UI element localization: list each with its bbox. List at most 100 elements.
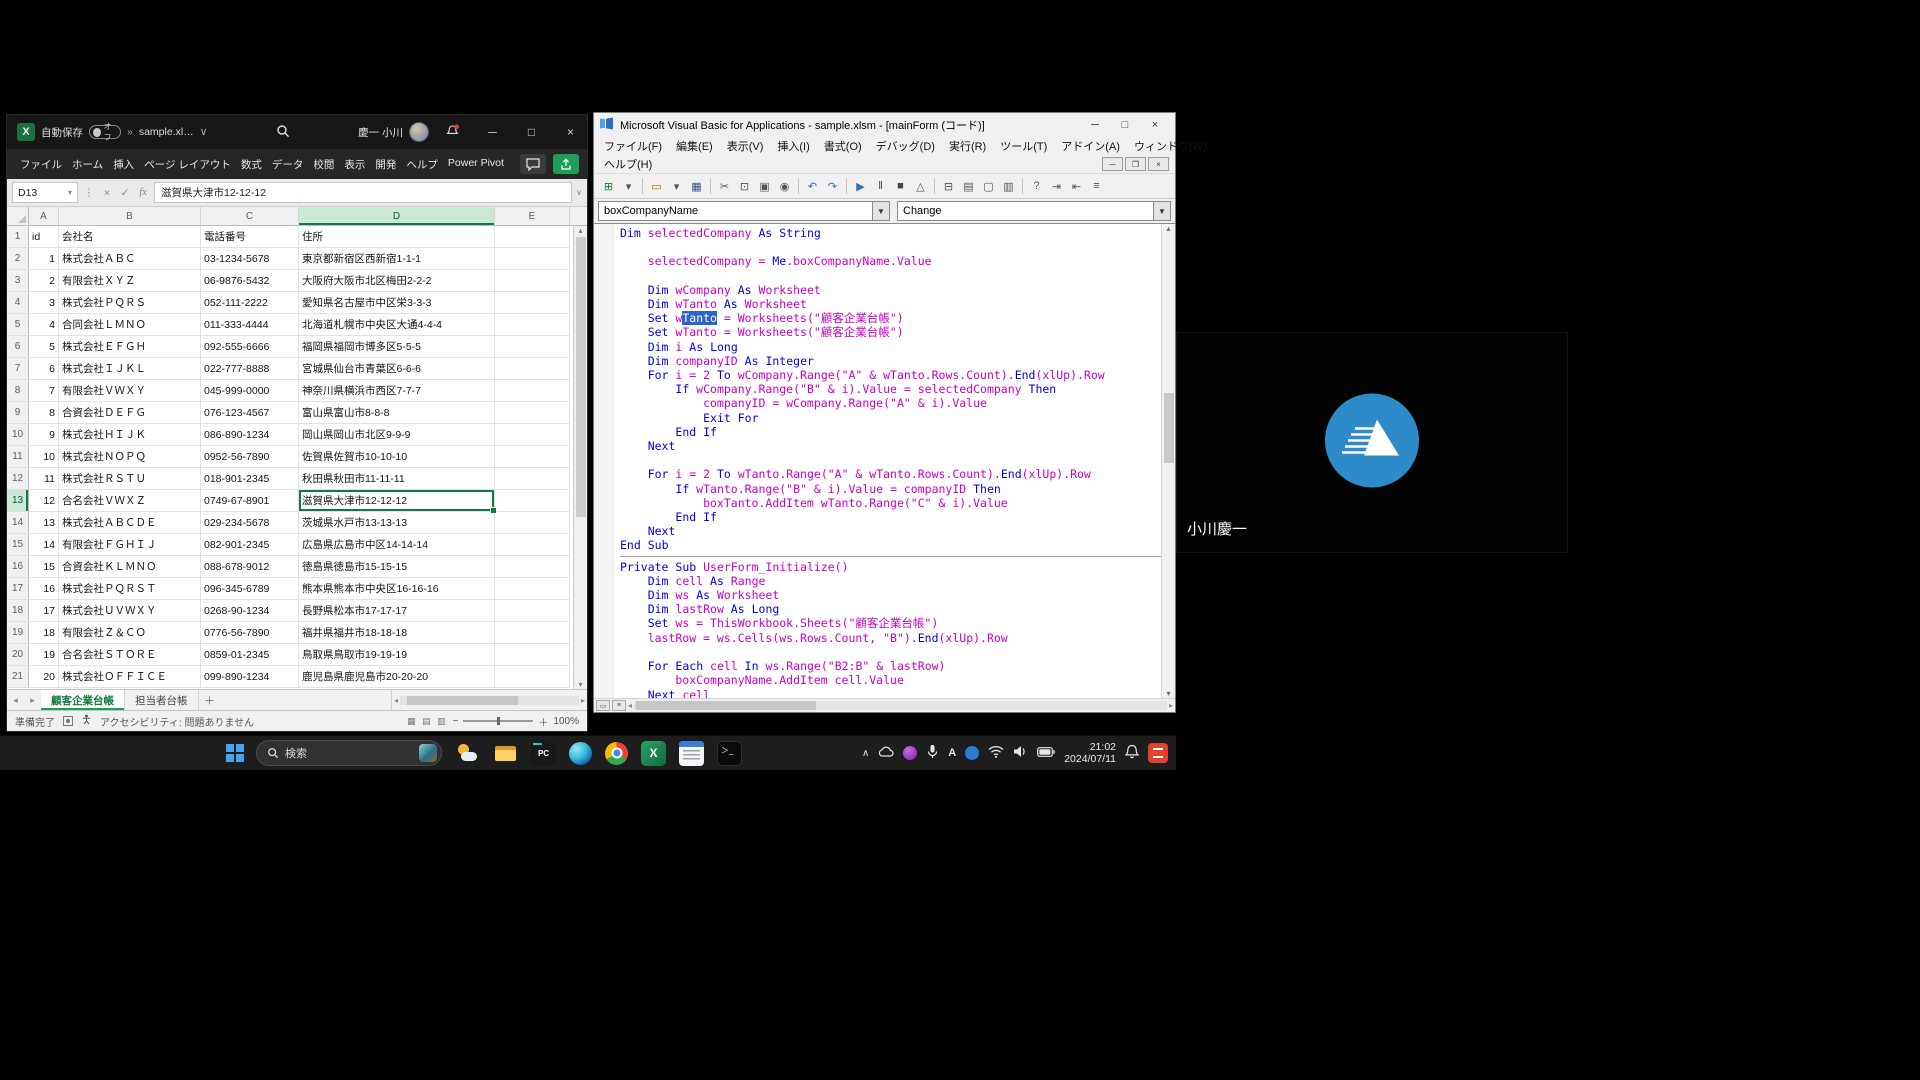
code-line[interactable]: End Sub	[620, 538, 1161, 552]
sheet-tab-担当者台帳[interactable]: 担当者台帳	[125, 690, 199, 710]
cancel-icon[interactable]: ×	[100, 187, 114, 199]
maximize-button[interactable]: □	[515, 115, 548, 149]
ribbon-tab-6[interactable]: データ	[267, 154, 309, 175]
vba-menu-9[interactable]: アドイン(A)	[1054, 137, 1127, 155]
break-icon[interactable]: ‖	[871, 177, 890, 196]
formula-bar-expand-icon[interactable]: ∨	[576, 188, 582, 197]
cell-B2[interactable]: 株式会社ＡＢＣ	[59, 248, 201, 270]
column-header-A[interactable]: A	[29, 207, 59, 225]
tray-app-icon-purple[interactable]	[903, 746, 917, 760]
code-line[interactable]: If wCompany.Range("B" & i).Value = selec…	[620, 382, 1161, 396]
cell-A21[interactable]: 20	[29, 666, 59, 688]
object-dropdown-arrow-icon[interactable]: ▼	[872, 202, 889, 220]
row-header-18[interactable]: 18	[7, 600, 29, 622]
code-hscroll-left-icon[interactable]: ◂	[628, 701, 632, 710]
whats-new-icon[interactable]	[445, 124, 460, 141]
row-header-15[interactable]: 15	[7, 534, 29, 556]
cell-A17[interactable]: 16	[29, 578, 59, 600]
zoom-level[interactable]: 100%	[553, 716, 579, 727]
cell-A7[interactable]: 6	[29, 358, 59, 380]
taskbar-edge-icon[interactable]	[569, 742, 592, 765]
procedure-view-button[interactable]: ▭	[596, 700, 610, 711]
vba-menu-2[interactable]: 編集(E)	[669, 137, 720, 155]
cell-E20[interactable]	[495, 644, 570, 666]
vba-maximize-button[interactable]: □	[1110, 115, 1140, 135]
vba-menu-11[interactable]: ヘルプ(H)	[597, 155, 659, 173]
vertical-scroll-thumb[interactable]	[576, 237, 586, 517]
select-all-corner[interactable]	[7, 207, 29, 225]
cell-D8[interactable]: 神奈川県横浜市西区7-7-7	[299, 380, 495, 402]
column-header-E[interactable]: E	[495, 207, 570, 225]
vba-close-button[interactable]: ×	[1140, 115, 1170, 135]
cell-C21[interactable]: 099-890-1234	[201, 666, 299, 688]
vba-menu-1[interactable]: ファイル(F)	[597, 137, 669, 155]
hscroll-left-icon[interactable]: ◂	[394, 696, 398, 705]
cell-A18[interactable]: 17	[29, 600, 59, 622]
cell-D15[interactable]: 広島県広島市中区14-14-14	[299, 534, 495, 556]
cell-E3[interactable]	[495, 270, 570, 292]
tray-overflow-chevron-icon[interactable]: ∧	[862, 748, 869, 759]
cell-D7[interactable]: 宮城県仙台市青葉区6-6-6	[299, 358, 495, 380]
autosave-toggle[interactable]: オフ	[89, 125, 121, 139]
redo-icon[interactable]: ↷	[823, 177, 842, 196]
cell-E19[interactable]	[495, 622, 570, 644]
ribbon-tab-1[interactable]: ファイル	[15, 154, 67, 175]
row-header-7[interactable]: 7	[7, 358, 29, 380]
ribbon-tab-10[interactable]: ヘルプ	[401, 154, 443, 175]
share-button[interactable]	[553, 154, 579, 174]
code-hscroll-thumb[interactable]	[636, 701, 816, 710]
save-icon[interactable]: ▦	[687, 177, 706, 196]
code-line[interactable]: Next cell	[620, 688, 1161, 699]
view-shortcuts-icons[interactable]: ▦ ▤ ▥	[407, 716, 448, 727]
filename-dropdown-icon[interactable]: ∨	[200, 126, 208, 138]
sheet-nav-right-icon[interactable]: ▸	[24, 690, 41, 710]
macro-record-icon[interactable]	[63, 716, 73, 726]
cell-B21[interactable]: 株式会社ＯＦＦＩＣＥ	[59, 666, 201, 688]
workbook-filename[interactable]: sample.xl…	[139, 126, 194, 138]
cell-C17[interactable]: 096-345-6789	[201, 578, 299, 600]
add-sheet-button[interactable]: ＋	[199, 690, 221, 710]
cell-E12[interactable]	[495, 468, 570, 490]
sheet-tab-顧客企業台帳[interactable]: 顧客企業台帳	[41, 690, 125, 710]
taskbar-clock[interactable]: 21:02 2024/07/11	[1064, 741, 1116, 766]
taskbar-excel-icon[interactable]	[641, 741, 666, 766]
design-mode-icon[interactable]: △	[911, 177, 930, 196]
cell-C4[interactable]: 052-111-2222	[201, 292, 299, 314]
toolbox-icon[interactable]: ▥	[999, 177, 1018, 196]
vba-menu-3[interactable]: 表示(V)	[720, 137, 771, 155]
name-box[interactable]: D13 ▾	[12, 182, 78, 203]
cell-D18[interactable]: 長野県松本市17-17-17	[299, 600, 495, 622]
taskbar-widgets-icon[interactable]	[455, 741, 480, 766]
code-line[interactable]	[620, 453, 1161, 467]
cell-B19[interactable]: 有限会社Ｚ＆ＣＯ	[59, 622, 201, 644]
zoom-slider-knob[interactable]	[497, 717, 500, 725]
code-vertical-scroll-thumb[interactable]	[1164, 393, 1174, 463]
ribbon-tab-3[interactable]: 挿入	[108, 154, 139, 175]
formula-menu-icon[interactable]: ⋮	[82, 187, 96, 199]
row-header-6[interactable]: 6	[7, 336, 29, 358]
cell-B15[interactable]: 有限会社ＦＧＨＩＪ	[59, 534, 201, 556]
cell-E11[interactable]	[495, 446, 570, 468]
cell-C11[interactable]: 0952-56-7890	[201, 446, 299, 468]
cell-E17[interactable]	[495, 578, 570, 600]
tray-app-icon-red[interactable]	[1148, 743, 1168, 763]
cell-A3[interactable]: 2	[29, 270, 59, 292]
code-scroll-down-icon[interactable]: ▾	[1166, 689, 1170, 698]
scroll-down-icon[interactable]: ▾	[578, 680, 582, 689]
cell-C8[interactable]: 045-999-0000	[201, 380, 299, 402]
cell-B7[interactable]: 株式会社ＩＪＫＬ	[59, 358, 201, 380]
code-hscroll-right-icon[interactable]: ▸	[1169, 701, 1173, 710]
cell-E1[interactable]	[495, 226, 570, 248]
cell-A12[interactable]: 11	[29, 468, 59, 490]
vba-menu-8[interactable]: ツール(T)	[993, 137, 1054, 155]
code-line[interactable]: lastRow = ws.Cells(ws.Rows.Count, "B").E…	[620, 631, 1161, 645]
cell-D13[interactable]: 滋賀県大津市12-12-12	[299, 490, 495, 512]
ribbon-tab-2[interactable]: ホーム	[67, 154, 108, 175]
close-button[interactable]: ×	[554, 115, 587, 149]
insert-userform-icon[interactable]: ▭	[647, 177, 666, 196]
insert-function-icon[interactable]: fx	[136, 187, 150, 198]
cell-D10[interactable]: 岡山県岡山市北区9-9-9	[299, 424, 495, 446]
ribbon-tab-11[interactable]: Power Pivot	[443, 154, 509, 175]
cell-D19[interactable]: 福井県福井市18-18-18	[299, 622, 495, 644]
column-header-D[interactable]: D	[299, 207, 495, 225]
